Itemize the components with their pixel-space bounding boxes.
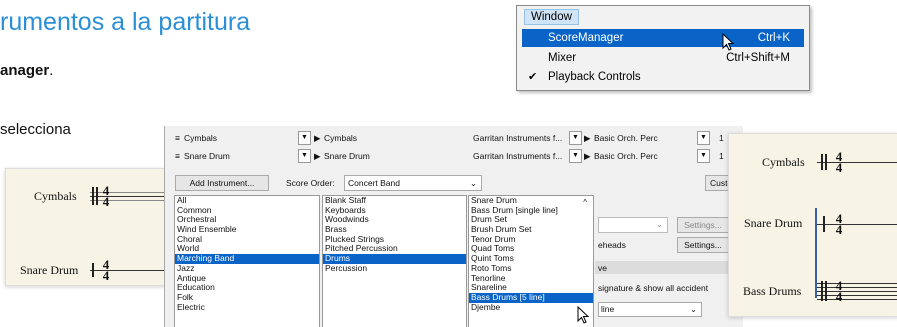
row-channel: 1 [719,133,724,143]
staff-line [817,299,897,300]
staff-name-snare-drum: Snare Drum [20,263,79,277]
row-patch: Basic Orch. Perc [594,151,658,161]
menu-item-playback-controls[interactable]: ✔ Playback Controls [522,68,804,86]
category-list[interactable]: All Common Orchestral Wind Ensemble Chor… [174,195,320,327]
instruction-line-select: selecciona [0,121,71,138]
staff-bracket [815,208,817,298]
instruction-bold-text: anager [0,62,50,79]
time-signature: 44 [102,183,110,209]
score-order-value: Concert Band [348,178,400,188]
signature-option-label: signature & show all accident [598,283,709,293]
menu-item-label: Mixer [548,52,577,64]
percussion-clef-icon [821,281,823,301]
row-patch: Basic Orch. Perc [594,133,658,143]
mouse-cursor-icon [722,33,735,51]
menu-item-label: ScoreManager [548,32,624,44]
percussion-clef-icon [825,281,827,301]
page-heading: rumentos a la partitura [0,8,251,36]
staff-line [817,287,897,288]
percussion-clef-icon [92,187,94,205]
staff-line [817,291,897,292]
percussion-clef-icon [825,154,827,170]
instruction-line-scoremanager: anager. [0,62,53,79]
score-order-select[interactable]: Concert Band ⌄ [344,175,482,191]
chevron-down-icon[interactable]: ▼ [697,149,710,163]
chevron-down-icon[interactable]: ▼ [697,131,710,145]
mouse-cursor-icon [577,306,590,324]
menu-item-label: Playback Controls [548,71,641,83]
play-icon: ▶ [584,133,591,143]
score-manager-dialog: ≡ Cymbals ▼ ▶ Cymbals Garritan Instrumen… [164,126,743,327]
instruction-tail: . [49,62,54,79]
row-handle-icon: ≡ [175,151,180,161]
percussion-clef-icon [92,263,94,277]
scroll-up-icon[interactable]: ^ [583,198,587,207]
staff-name-cymbals: Cymbals [34,189,77,203]
score-preview-left: Cymbals 44 Snare Drum 44 [5,168,165,286]
time-signature: 44 [835,211,843,237]
line-select[interactable]: line ⌄ [598,302,702,317]
chevron-down-icon[interactable]: ▼ [569,149,582,163]
staff-line [817,162,897,163]
list-item-selected[interactable]: Marching Band [175,253,319,264]
list-item[interactable]: Education [175,282,319,293]
chevron-down-icon[interactable]: ▼ [569,131,582,145]
percussion-clef-icon [96,187,98,205]
noteheads-label: eheads [598,240,626,250]
add-instrument-button[interactable]: Add Instrument... [175,175,269,191]
score-order-label: Score Order: [286,178,335,188]
row-instrument: Snare Drum [324,151,370,161]
play-icon: ▶ [314,133,321,143]
list-item[interactable]: Percussion [323,263,466,274]
settings-button-disabled[interactable]: Settings... [677,217,729,233]
list-item[interactable]: Djembe [469,302,593,313]
row-channel: 1 [719,151,724,161]
chevron-down-icon: ⌄ [655,219,663,229]
checkmark-icon: ✔ [528,71,538,83]
menu-item-scoremanager[interactable]: ScoreManager Ctrl+K [522,29,804,47]
section-header-label: ve [598,263,607,273]
settings-button[interactable]: Settings... [677,237,729,253]
staff-line [817,224,897,225]
settings-select[interactable]: ⌄ [598,217,668,233]
row-library: Garritan Instruments f... [473,133,563,143]
window-menu: Window ScoreManager Ctrl+K Mixer Ctrl+Sh… [516,5,810,91]
row-name: Snare Drum [184,151,230,161]
staff-line [817,295,897,296]
family-list[interactable]: Blank Staff Keyboards Woodwinds Brass Pl… [322,195,467,327]
time-signature: 44 [102,257,110,283]
play-icon: ▶ [584,151,591,161]
percussion-clef-icon [821,154,823,170]
row-library: Garritan Instruments f... [473,151,563,161]
instrument-row[interactable]: ≡ Snare Drum ▼ ▶ Snare Drum Garritan Ins… [165,148,743,164]
chevron-down-icon: ⌄ [689,304,697,314]
row-instrument: Cymbals [324,133,358,143]
menu-item-mixer[interactable]: Mixer Ctrl+Shift+M [522,49,804,67]
chevron-down-icon[interactable]: ▼ [298,149,311,163]
row-name: Cymbals [184,133,218,143]
time-signature: 44 [835,149,843,175]
play-icon: ▶ [314,151,321,161]
line-select-value: line [601,304,615,314]
staff-name-snare-drum: Snare Drum [744,216,803,230]
score-preview-right: Cymbals 44 Snare Drum 44 Bass Drums 44 [728,133,897,317]
list-item[interactable]: Electric [175,302,319,313]
chevron-down-icon[interactable]: ▼ [298,131,311,145]
staff-name-bass-drums: Bass Drums [743,284,802,298]
section-header: ve [595,261,743,274]
instrument-list[interactable]: Snare Drum Bass Drum [single line] Drum … [468,195,594,327]
staff-line [817,283,897,284]
menu-item-shortcut: Ctrl+K [757,32,790,44]
percussion-clef-icon [823,216,825,232]
time-signature: 44 [835,278,843,304]
window-menu-title[interactable]: Window [524,9,579,25]
chevron-down-icon: ⌄ [469,178,477,188]
staff-name-cymbals: Cymbals [762,155,805,169]
row-handle-icon: ≡ [175,133,180,143]
instrument-row[interactable]: ≡ Cymbals ▼ ▶ Cymbals Garritan Instrumen… [165,130,743,146]
